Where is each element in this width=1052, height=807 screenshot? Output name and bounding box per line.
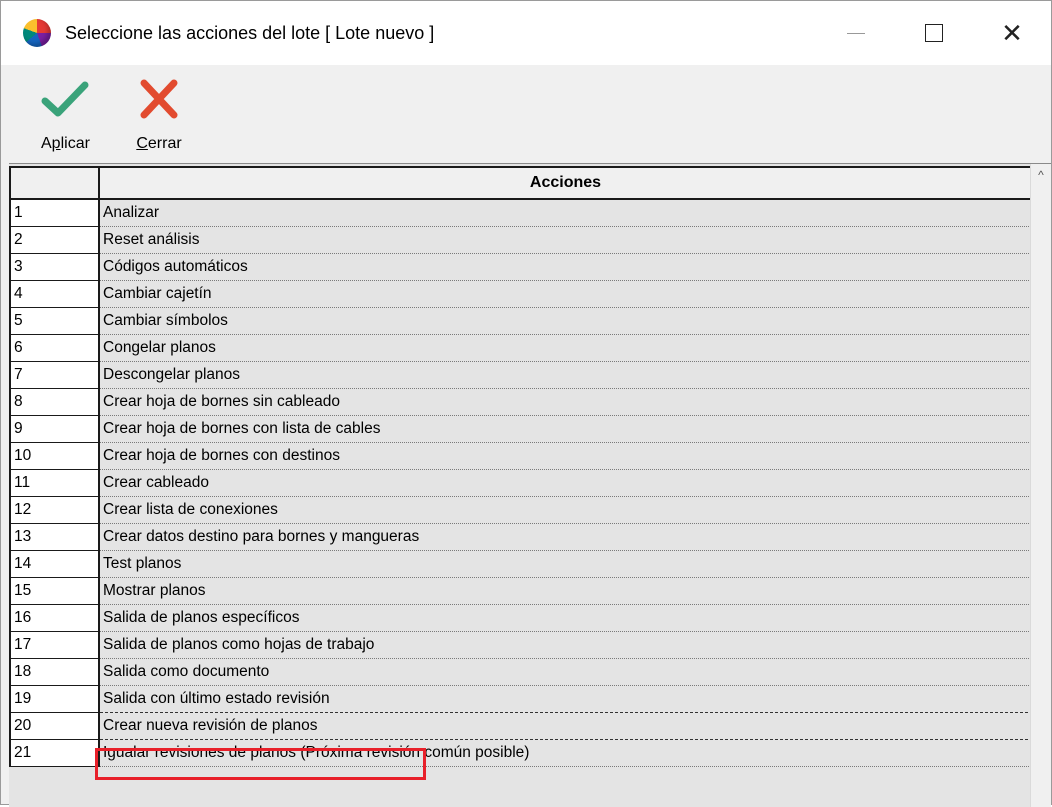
toolbar: Aplicar Cerrar: [1, 65, 1051, 161]
table-row[interactable]: 19Salida con último estado revisión: [10, 685, 1032, 712]
action-cell[interactable]: Reset análisis: [99, 226, 1032, 253]
action-cell[interactable]: Crear datos destino para bornes y mangue…: [99, 523, 1032, 550]
action-cell[interactable]: Salida de planos específicos: [99, 604, 1032, 631]
row-number-cell[interactable]: 20: [10, 712, 99, 739]
action-cell[interactable]: Salida con último estado revisión: [99, 685, 1032, 712]
row-number-cell[interactable]: 5: [10, 307, 99, 334]
action-cell[interactable]: Crear cableado: [99, 469, 1032, 496]
row-number-cell[interactable]: 6: [10, 334, 99, 361]
row-number-cell[interactable]: 14: [10, 550, 99, 577]
row-number-cell[interactable]: 15: [10, 577, 99, 604]
table-row[interactable]: 10Crear hoja de bornes con destinos: [10, 442, 1032, 469]
action-cell[interactable]: Salida como documento: [99, 658, 1032, 685]
app-logo-icon: [23, 19, 51, 47]
action-cell[interactable]: Congelar planos: [99, 334, 1032, 361]
row-number-cell[interactable]: 1: [10, 199, 99, 226]
row-number-cell[interactable]: 12: [10, 496, 99, 523]
row-number-cell[interactable]: 17: [10, 631, 99, 658]
row-number-cell[interactable]: 10: [10, 442, 99, 469]
action-cell[interactable]: Crear hoja de bornes con lista de cables: [99, 415, 1032, 442]
row-number-cell[interactable]: 4: [10, 280, 99, 307]
close-icon: ✕: [1001, 18, 1023, 49]
action-cell[interactable]: Crear nueva revisión de planos: [99, 712, 1032, 739]
row-number-cell[interactable]: 9: [10, 415, 99, 442]
table-row[interactable]: 7Descongelar planos: [10, 361, 1032, 388]
row-number-cell[interactable]: 11: [10, 469, 99, 496]
action-cell[interactable]: Salida de planos como hojas de trabajo: [99, 631, 1032, 658]
table-row[interactable]: 20Crear nueva revisión de planos: [10, 712, 1032, 739]
maximize-icon: [925, 24, 943, 42]
action-cell[interactable]: Crear lista de conexiones: [99, 496, 1032, 523]
actions-table: Acciones 1Analizar2Reset análisis3Código…: [9, 166, 1033, 767]
minimize-icon: [847, 33, 865, 34]
table-row[interactable]: 8Crear hoja de bornes sin cableado: [10, 388, 1032, 415]
grid-body: 1Analizar2Reset análisis3Códigos automát…: [10, 199, 1032, 766]
maximize-button[interactable]: [895, 1, 973, 65]
action-cell[interactable]: Descongelar planos: [99, 361, 1032, 388]
table-row[interactable]: 12Crear lista de conexiones: [10, 496, 1032, 523]
action-cell[interactable]: Cambiar cajetín: [99, 280, 1032, 307]
batch-actions-dialog: Seleccione las acciones del lote [ Lote …: [0, 0, 1052, 805]
grid-corner-header[interactable]: [10, 167, 99, 199]
table-row[interactable]: 18Salida como documento: [10, 658, 1032, 685]
action-cell[interactable]: Crear hoja de bornes sin cableado: [99, 388, 1032, 415]
table-row[interactable]: 9Crear hoja de bornes con lista de cable…: [10, 415, 1032, 442]
table-row[interactable]: 2Reset análisis: [10, 226, 1032, 253]
action-cell[interactable]: Analizar: [99, 199, 1032, 226]
action-cell[interactable]: Cambiar símbolos: [99, 307, 1032, 334]
actions-grid: Acciones 1Analizar2Reset análisis3Código…: [9, 163, 1051, 807]
row-number-cell[interactable]: 21: [10, 739, 99, 766]
title-bar: Seleccione las acciones del lote [ Lote …: [1, 1, 1051, 65]
apply-button[interactable]: Aplicar: [41, 77, 90, 153]
table-row[interactable]: 16Salida de planos específicos: [10, 604, 1032, 631]
table-row[interactable]: 17Salida de planos como hojas de trabajo: [10, 631, 1032, 658]
action-cell[interactable]: Test planos: [99, 550, 1032, 577]
table-row[interactable]: 5Cambiar símbolos: [10, 307, 1032, 334]
window-controls: ✕: [817, 1, 1051, 65]
table-row[interactable]: 21Igualar revisiones de planos (Próxima …: [10, 739, 1032, 766]
table-row[interactable]: 6Congelar planos: [10, 334, 1032, 361]
close-label: Cerrar: [136, 135, 181, 153]
action-cell[interactable]: Igualar revisiones de planos (Próxima re…: [99, 739, 1032, 766]
row-number-cell[interactable]: 19: [10, 685, 99, 712]
row-number-cell[interactable]: 16: [10, 604, 99, 631]
close-button[interactable]: Cerrar: [135, 77, 183, 153]
row-number-cell[interactable]: 8: [10, 388, 99, 415]
table-row[interactable]: 13Crear datos destino para bornes y mang…: [10, 523, 1032, 550]
action-cell[interactable]: Mostrar planos: [99, 577, 1032, 604]
table-row[interactable]: 11Crear cableado: [10, 469, 1032, 496]
table-row[interactable]: 15Mostrar planos: [10, 577, 1032, 604]
table-row[interactable]: 14Test planos: [10, 550, 1032, 577]
row-number-cell[interactable]: 7: [10, 361, 99, 388]
vertical-scrollbar[interactable]: ^: [1030, 164, 1051, 807]
action-cell[interactable]: Códigos automáticos: [99, 253, 1032, 280]
row-number-cell[interactable]: 18: [10, 658, 99, 685]
scroll-up-arrow-icon[interactable]: ^: [1031, 164, 1051, 186]
table-row[interactable]: 4Cambiar cajetín: [10, 280, 1032, 307]
window-title: Seleccione las acciones del lote [ Lote …: [65, 23, 434, 44]
row-number-cell[interactable]: 13: [10, 523, 99, 550]
close-window-button[interactable]: ✕: [973, 1, 1051, 65]
row-number-cell[interactable]: 2: [10, 226, 99, 253]
close-x-icon: [135, 77, 183, 121]
table-row[interactable]: 1Analizar: [10, 199, 1032, 226]
check-icon: [41, 77, 89, 121]
actions-column-header[interactable]: Acciones: [99, 167, 1032, 199]
minimize-button[interactable]: [817, 1, 895, 65]
apply-label: Aplicar: [41, 135, 90, 153]
table-row[interactable]: 3Códigos automáticos: [10, 253, 1032, 280]
action-cell[interactable]: Crear hoja de bornes con destinos: [99, 442, 1032, 469]
row-number-cell[interactable]: 3: [10, 253, 99, 280]
